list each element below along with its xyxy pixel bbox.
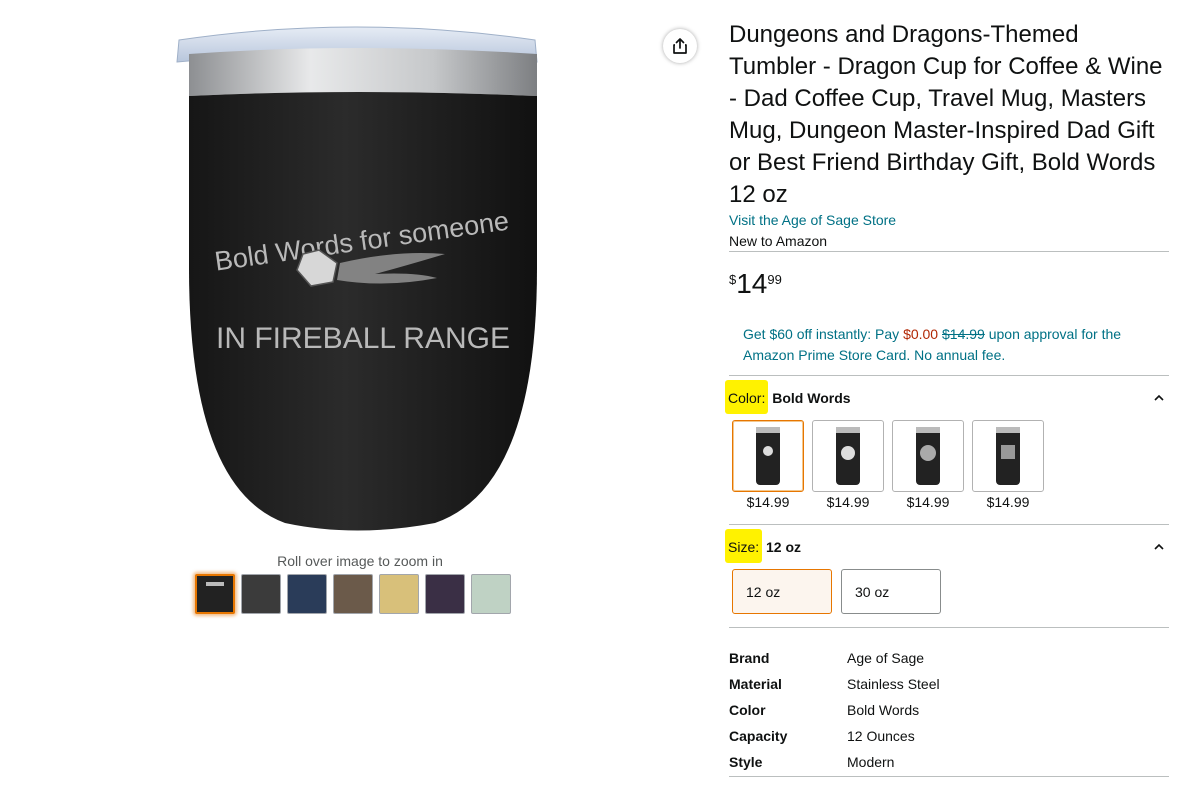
color-swatch-1[interactable]: $14.99 (732, 420, 804, 510)
spec-row-capacity: Capacity 12 Ounces (729, 728, 915, 744)
product-title: Dungeons and Dragons-Themed Tumbler - Dr… (729, 21, 1163, 208)
spec-row-color: Color Bold Words (729, 702, 920, 718)
divider (729, 627, 1169, 628)
thumbnail-5[interactable] (379, 574, 419, 614)
price: $1499 (729, 268, 782, 299)
divider (729, 524, 1169, 525)
spec-row-material: Material Stainless Steel (729, 676, 940, 692)
share-icon (673, 38, 687, 54)
share-button[interactable] (663, 29, 697, 63)
thumbnail-2[interactable] (241, 574, 281, 614)
thumbnail-7[interactable] (471, 574, 511, 614)
size-options: 12 oz 30 oz (732, 569, 941, 614)
product-main-image[interactable]: Bold Words for someone IN FIREBALL RANGE (165, 18, 550, 543)
divider (729, 251, 1169, 252)
chevron-up-icon[interactable] (1152, 391, 1166, 405)
chevron-up-icon[interactable] (1152, 540, 1166, 554)
thumbnail-strip (195, 574, 511, 614)
new-to-amazon: New to Amazon (729, 233, 828, 249)
color-swatches: $14.99 $14.99 $14.99 $14.99 (732, 420, 1044, 510)
store-link[interactable]: Visit the Age of Sage Store (729, 212, 896, 228)
divider (729, 375, 1169, 376)
thumbnail-1[interactable] (195, 574, 235, 614)
thumbnail-3[interactable] (287, 574, 327, 614)
product-specs: Brand Age of Sage Material Stainless Steel… (729, 645, 940, 775)
divider (729, 776, 1169, 777)
color-label: Color: Bold Words (725, 380, 851, 414)
spec-row-brand: Brand Age of Sage (729, 650, 925, 666)
color-swatch-4[interactable]: $14.99 (972, 420, 1044, 510)
size-label: Size: 12 oz (725, 529, 801, 563)
spec-row-style: Style Modern (729, 754, 895, 770)
thumbnail-6[interactable] (425, 574, 465, 614)
prime-card-promo[interactable]: Get $60 off instantly: Pay $0.00 $14.99 … (743, 324, 1133, 366)
size-option-12oz[interactable]: 12 oz (732, 569, 832, 614)
thumbnail-4[interactable] (333, 574, 373, 614)
color-swatch-3[interactable]: $14.99 (892, 420, 964, 510)
color-swatch-2[interactable]: $14.99 (812, 420, 884, 510)
tumbler-engraving-bottom: IN FIREBALL RANGE (216, 322, 510, 355)
zoom-hint: Roll over image to zoom in (277, 553, 443, 569)
size-option-30oz[interactable]: 30 oz (841, 569, 941, 614)
